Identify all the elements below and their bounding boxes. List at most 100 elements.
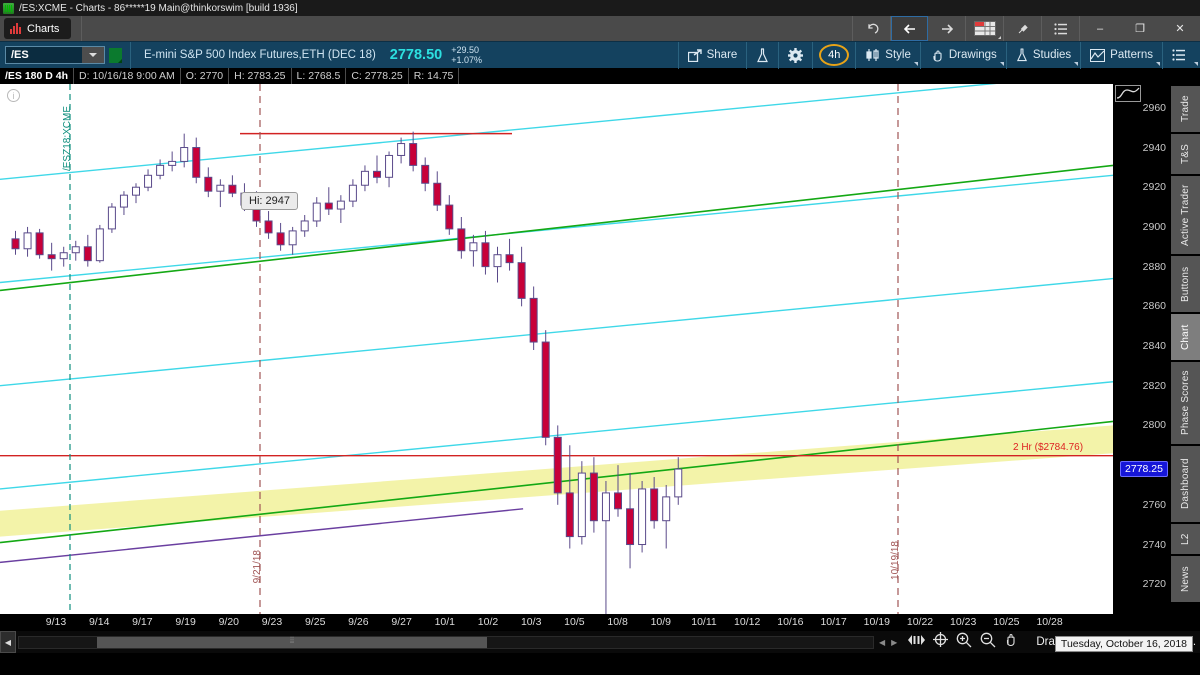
ohlc-open: O: 2770: [181, 68, 230, 84]
date-axis-tick: 10/5: [564, 616, 585, 628]
pin-button[interactable]: [1004, 16, 1041, 41]
date-axis-tick: 10/2: [477, 616, 499, 628]
forward-button[interactable]: [928, 16, 965, 41]
date-axis-tick: 9/14: [88, 616, 110, 628]
chevron-down-icon: [1074, 61, 1079, 66]
rail-tab-t-s[interactable]: T&S: [1171, 132, 1200, 174]
ohlc-date: D: 10/16/18 9:00 AM: [74, 68, 181, 84]
ohlc-close: C: 2778.25: [346, 68, 409, 84]
chart-id-label: /ES 180 D 4h: [0, 68, 75, 84]
toolbar-right-group: – ❐ ✕: [852, 16, 1200, 41]
date-axis-tick: 9/20: [218, 616, 240, 628]
current-price-marker: 2778.25: [1120, 460, 1168, 477]
date-axis-tick: 9/13: [45, 616, 67, 628]
date-axis-tick: 10/28: [1036, 616, 1063, 628]
zoom-in-icon[interactable]: [956, 632, 972, 653]
chevron-down-icon: [999, 61, 1004, 66]
thinkorswim-icon: [3, 2, 14, 14]
minimize-button[interactable]: –: [1080, 16, 1120, 41]
grid-layout-button[interactable]: [966, 16, 1003, 41]
price-axis-tick: 2880: [1142, 260, 1166, 273]
patterns-button[interactable]: Patterns: [1081, 42, 1162, 69]
share-button[interactable]: Share: [679, 42, 747, 69]
hand-pointer-icon: [933, 50, 942, 62]
style-label: Style: [885, 49, 911, 61]
back-button[interactable]: [891, 16, 928, 41]
rail-tab-trade[interactable]: Trade: [1171, 84, 1200, 132]
date-axis-tick: 10/25: [993, 616, 1020, 628]
price-axis-tick: 2760: [1142, 498, 1166, 511]
drawings-label: Drawings: [948, 49, 997, 61]
flask-icon: [1016, 48, 1027, 62]
ohlc-low: L: 2768.5: [292, 68, 347, 84]
drawings-button[interactable]: Drawings: [921, 42, 1006, 69]
crosshair-icon[interactable]: [933, 632, 949, 652]
rail-tab-phase-scores[interactable]: Phase Scores: [1171, 360, 1200, 444]
date-axis-tick: 10/11: [691, 616, 717, 628]
rail-tab-buttons[interactable]: Buttons: [1171, 254, 1200, 312]
zoom-out-icon[interactable]: [980, 632, 996, 653]
resistance-line-label: 2 Hr ($2784.76): [1013, 441, 1084, 453]
settings-button[interactable]: [779, 42, 812, 69]
price-axis-tick: 2840: [1142, 340, 1166, 353]
chart-menu-button[interactable]: [1163, 42, 1200, 69]
price-axis-tick: 2900: [1142, 220, 1166, 233]
menu-button[interactable]: [1042, 16, 1079, 41]
date-axis-tick: 9/26: [348, 616, 369, 628]
info-icon[interactable]: i: [7, 89, 20, 102]
rail-tab-news[interactable]: News: [1171, 554, 1200, 602]
style-button[interactable]: Style: [856, 42, 920, 69]
price-axis-tick: 2740: [1142, 538, 1166, 551]
close-button[interactable]: ✕: [1160, 16, 1200, 41]
share-icon: [687, 48, 702, 62]
symbol-input[interactable]: /ES: [5, 46, 105, 64]
axis-scale-icon[interactable]: [1115, 85, 1141, 102]
toolbar-divider: [81, 16, 83, 41]
pan-icon[interactable]: [908, 633, 926, 651]
hand-icon[interactable]: [1004, 632, 1018, 652]
right-tab-rail: Trade T&S Active Trader Buttons Chart Phase S…: [1171, 84, 1200, 631]
horizontal-scrollbar[interactable]: [18, 635, 874, 649]
date-axis-tick: 10/19: [863, 616, 890, 628]
date-axis-tick: 9/17: [132, 616, 153, 628]
window-title-bar: /ES:XCME - Charts - 86*****19 Main@think…: [0, 0, 1200, 16]
symbol-dropdown-button[interactable]: [82, 47, 104, 63]
pattern-icon: [1090, 48, 1106, 62]
chart-info-bar: /ES 180 D 4h D: 10/16/18 9:00 AM O: 2770…: [0, 68, 1200, 84]
step-right-button[interactable]: ▶: [888, 638, 900, 647]
studies-label: Studies: [1032, 49, 1072, 61]
price-axis-tick: 2800: [1142, 419, 1166, 432]
date-axis-tick: 10/23: [950, 616, 977, 628]
scrollbar-thumb[interactable]: [97, 636, 487, 648]
window-title: /ES:XCME - Charts - 86*****19 Main@think…: [19, 2, 298, 14]
price-chart-canvas[interactable]: i /ESZ18:XCME 9/21/18 10/19/18 Hi: 2947 …: [0, 84, 1113, 614]
gear-icon: [788, 47, 804, 63]
undo-button[interactable]: [853, 16, 890, 41]
date-axis-tick: 9/27: [391, 616, 412, 628]
rail-tab-chart[interactable]: Chart: [1171, 312, 1200, 360]
step-left-button[interactable]: ◀: [876, 638, 888, 647]
hamburger-icon: [1172, 49, 1185, 61]
symbol-description: E-mini S&P 500 Index Futures,ETH (DEC 18…: [144, 49, 376, 61]
rail-tab-active-trader[interactable]: Active Trader: [1171, 174, 1200, 254]
symbol-bar: /ES E-mini S&P 500 Index Futures,ETH (DE…: [0, 41, 1200, 69]
date-axis[interactable]: 9/13 9/14 9/17 9/19 9/20 9/23 9/25 9/26 9/27 10/1…: [0, 614, 1113, 631]
studies-button[interactable]: Studies: [1007, 42, 1080, 69]
symbol-status-icon[interactable]: [109, 47, 122, 63]
app-toolbar: Charts – ❐ ✕: [0, 16, 1200, 41]
date-axis-tick: 10/22: [906, 616, 934, 628]
price-axis-tick: 2820: [1142, 379, 1166, 392]
timeframe-button[interactable]: 4h: [819, 44, 850, 66]
symbolbar-divider: [812, 41, 814, 69]
date-axis-tick: 10/3: [520, 616, 542, 628]
maximize-button[interactable]: ❐: [1120, 16, 1160, 41]
studies-flask-button[interactable]: [747, 42, 778, 69]
scroll-left-end-button[interactable]: ◀: [0, 631, 16, 653]
charts-tab[interactable]: Charts: [4, 18, 72, 39]
price-axis[interactable]: 2960 2940 2920 2900 2880 2860 2840 2820 2800 2760…: [1113, 84, 1171, 631]
price-axis-tick: 2940: [1142, 141, 1166, 154]
rail-tab-dashboard[interactable]: Dashboard: [1171, 444, 1200, 522]
rail-tab-l2[interactable]: L2: [1171, 522, 1200, 554]
chevron-down-icon: [913, 61, 918, 66]
date-axis-tick: 9/23: [261, 616, 283, 628]
